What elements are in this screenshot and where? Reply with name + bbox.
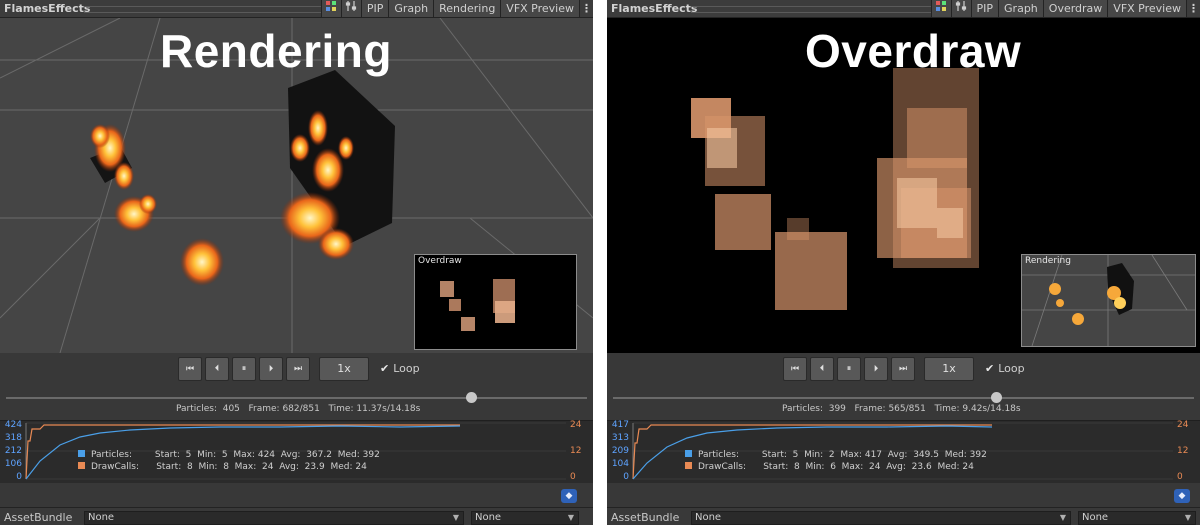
timeline-slider-handle[interactable] bbox=[991, 392, 1003, 403]
tab-vfx-preview[interactable]: VFX Preview bbox=[500, 0, 579, 17]
stats-graph: 424 318 212 106 0 24 12 0 Particles: Sta… bbox=[0, 420, 593, 483]
dropdown-arrow-icon: ▼ bbox=[567, 513, 574, 522]
loop-label: Loop bbox=[998, 362, 1025, 375]
frame-counter: 682/851 bbox=[282, 404, 320, 414]
toolbar-tabs: PIP Graph Rendering VFX Preview ⋮ bbox=[320, 0, 593, 17]
playback-speed-button[interactable]: 1x bbox=[319, 357, 369, 381]
settings-sliders-icon[interactable] bbox=[340, 0, 361, 17]
step-back-icon[interactable]: ⏴ bbox=[205, 357, 229, 381]
pause-icon[interactable]: ⏸ bbox=[837, 357, 861, 381]
playback-controls: ⏮ ⏴ ⏸ ⏵ ⏭ 1x ✔ Loop bbox=[783, 357, 1025, 381]
tab-graph[interactable]: Graph bbox=[388, 0, 434, 17]
loop-label: Loop bbox=[393, 362, 420, 375]
frame-counter: 565/851 bbox=[888, 404, 926, 414]
playback-speed-button[interactable]: 1x bbox=[924, 357, 974, 381]
loop-toggle[interactable]: ✔ Loop bbox=[380, 357, 420, 381]
checkmark-icon: ✔ bbox=[985, 362, 995, 375]
playback-stats: Particles: 399 Frame: 565/851 Time: 9.42… bbox=[782, 404, 1021, 414]
time-counter: 11.37s/14.18s bbox=[356, 404, 421, 414]
timeline-slider-track[interactable] bbox=[613, 397, 1194, 399]
loop-toggle[interactable]: ✔ Loop bbox=[985, 357, 1025, 381]
asset-bundle-name-dropdown[interactable]: None ▼ bbox=[691, 511, 1071, 525]
drag-grip[interactable] bbox=[691, 6, 934, 13]
more-options-icon[interactable]: ⋮ bbox=[1186, 0, 1200, 17]
pip-overdraw-scene bbox=[440, 279, 515, 331]
asset-bundle-label: AssetBundle bbox=[4, 511, 73, 524]
tab-overdraw[interactable]: Overdraw bbox=[1042, 0, 1108, 17]
skip-to-end-icon[interactable]: ⏭ bbox=[286, 357, 310, 381]
overdraw-viewport[interactable]: Overdraw Rendering bbox=[607, 18, 1200, 353]
skip-to-start-icon[interactable]: ⏮ bbox=[783, 357, 807, 381]
dropdown-arrow-icon: ▼ bbox=[452, 513, 459, 522]
drag-grip[interactable] bbox=[84, 6, 337, 13]
color-swatch-icon[interactable] bbox=[320, 0, 341, 17]
tab-vfx-preview[interactable]: VFX Preview bbox=[1107, 0, 1186, 17]
step-forward-icon[interactable]: ⏵ bbox=[259, 357, 283, 381]
settings-sliders-icon[interactable] bbox=[950, 0, 971, 17]
legend-particles: Particles: Start: 5 Min: 2 Max: 417 Avg:… bbox=[685, 450, 987, 460]
asset-bundle-variant-dropdown[interactable]: None ▼ bbox=[471, 511, 579, 525]
timeline-slider-track[interactable] bbox=[6, 397, 587, 399]
window-title: FlamesEffects bbox=[611, 2, 698, 15]
stats-graph: 417 313 209 104 0 24 12 0 Particles: Sta… bbox=[607, 420, 1200, 483]
pip-label: Rendering bbox=[1025, 256, 1071, 266]
window-titlebar: FlamesEffects PIP Graph Rendering VFX Pr… bbox=[0, 0, 593, 18]
skip-to-start-icon[interactable]: ⏮ bbox=[178, 357, 202, 381]
asset-bundle-label: AssetBundle bbox=[611, 511, 680, 524]
vfx-preview-window-rendering: FlamesEffects PIP Graph Rendering VFX Pr… bbox=[0, 0, 593, 525]
tag-icon[interactable]: ◆ bbox=[1174, 489, 1190, 503]
step-back-icon[interactable]: ⏴ bbox=[810, 357, 834, 381]
vfx-preview-window-overdraw: FlamesEffects PIP Graph Overdraw VFX Pre… bbox=[607, 0, 1200, 525]
tab-pip[interactable]: PIP bbox=[970, 0, 999, 17]
pip-rendering-view[interactable]: Rendering bbox=[1021, 254, 1196, 347]
playback-controls: ⏮ ⏴ ⏸ ⏵ ⏭ 1x ✔ Loop bbox=[178, 357, 420, 381]
checkmark-icon: ✔ bbox=[380, 362, 390, 375]
legend-drawcalls: DrawCalls: Start: 8 Min: 8 Max: 24 Avg: … bbox=[78, 462, 367, 472]
window-titlebar: FlamesEffects PIP Graph Overdraw VFX Pre… bbox=[607, 0, 1200, 18]
legend-particles: Particles: Start: 5 Min: 5 Max: 424 Avg:… bbox=[78, 450, 380, 460]
tag-icon[interactable]: ◆ bbox=[561, 489, 577, 503]
playback-stats: Particles: 405 Frame: 682/851 Time: 11.3… bbox=[176, 404, 421, 414]
more-options-icon[interactable]: ⋮ bbox=[579, 0, 593, 17]
asset-bundle-variant-dropdown[interactable]: None ▼ bbox=[1078, 511, 1196, 525]
particles-count: 399 bbox=[828, 404, 846, 414]
dropdown-arrow-icon: ▼ bbox=[1059, 513, 1066, 522]
toolbar-tabs: PIP Graph Overdraw VFX Preview ⋮ bbox=[930, 0, 1200, 17]
tab-pip[interactable]: PIP bbox=[360, 0, 389, 17]
window-title: FlamesEffects bbox=[4, 2, 91, 15]
time-counter: 9.42s/14.18s bbox=[962, 404, 1021, 414]
pip-overdraw-view[interactable]: Overdraw bbox=[414, 254, 577, 350]
asset-bundle-bar: AssetBundle None ▼ None ▼ bbox=[607, 507, 1200, 525]
dropdown-arrow-icon: ▼ bbox=[1184, 513, 1191, 522]
legend-drawcalls: DrawCalls: Start: 8 Min: 6 Max: 24 Avg: … bbox=[685, 462, 974, 472]
pip-rendering-scene bbox=[1022, 255, 1195, 346]
rendering-viewport[interactable]: Rendering Overdraw bbox=[0, 18, 593, 353]
color-swatch-icon[interactable] bbox=[930, 0, 951, 17]
pip-label: Overdraw bbox=[418, 256, 462, 266]
overlay-title: Rendering bbox=[160, 25, 392, 77]
asset-bundle-bar: AssetBundle None ▼ None ▼ bbox=[0, 507, 593, 525]
skip-to-end-icon[interactable]: ⏭ bbox=[891, 357, 915, 381]
particles-count: 405 bbox=[222, 404, 240, 414]
step-forward-icon[interactable]: ⏵ bbox=[864, 357, 888, 381]
overlay-title: Overdraw bbox=[805, 25, 1022, 77]
pause-icon[interactable]: ⏸ bbox=[232, 357, 256, 381]
timeline-slider-handle[interactable] bbox=[465, 392, 477, 403]
asset-bundle-name-dropdown[interactable]: None ▼ bbox=[84, 511, 464, 525]
tab-rendering[interactable]: Rendering bbox=[433, 0, 501, 17]
tab-graph[interactable]: Graph bbox=[998, 0, 1043, 17]
